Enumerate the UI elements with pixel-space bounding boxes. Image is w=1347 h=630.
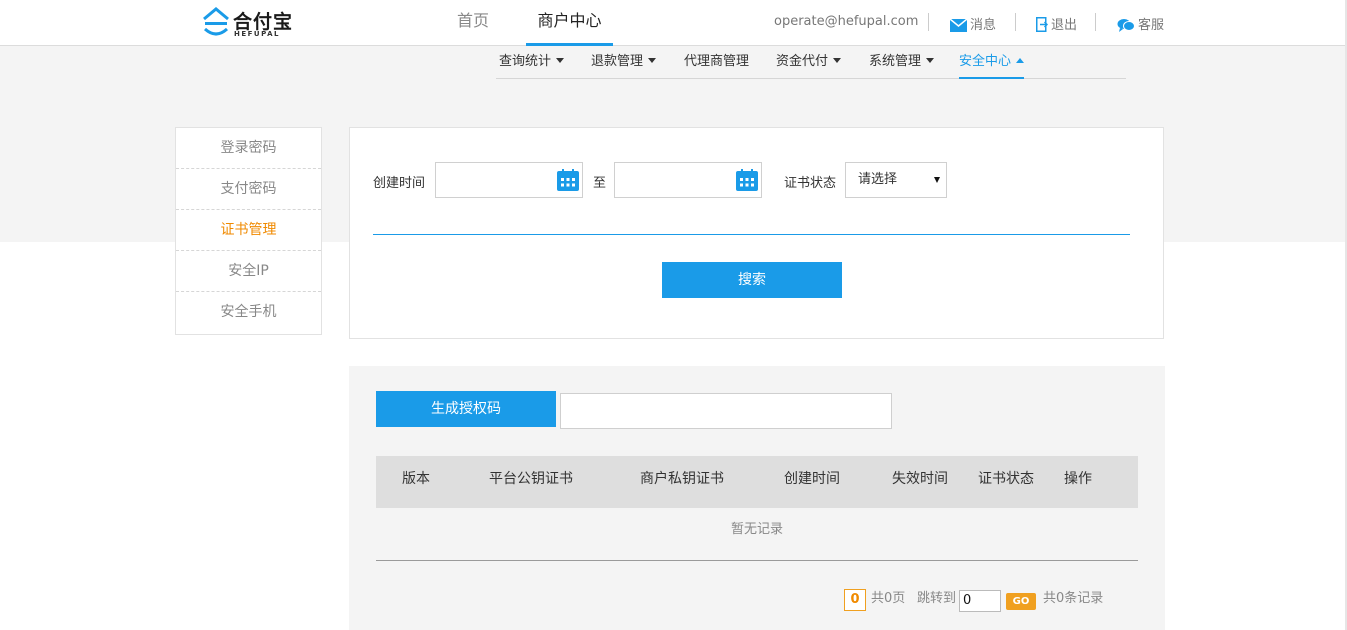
logo-subtext: HEFUPAL — [234, 30, 280, 38]
subnav-label: 查询统计 — [499, 54, 552, 69]
generate-auth-code-button[interactable]: 生成授权码 — [376, 391, 556, 427]
sidebar-item-login-password[interactable]: 登录密码 — [176, 128, 321, 169]
calendar-icon[interactable] — [557, 169, 579, 195]
chevron-up-icon — [1016, 58, 1025, 63]
dropdown-arrow-icon — [934, 177, 940, 183]
messages-link[interactable]: 消息 — [949, 14, 997, 36]
empty-state-text: 暂无记录 — [730, 522, 783, 537]
subnav-security-center[interactable]: 安全中心 — [959, 50, 1025, 79]
cert-status-selected-value: 请选择 — [858, 172, 898, 187]
column-header-platform-public-cert: 平台公钥证书 — [489, 471, 573, 487]
column-header-merchant-private-cert: 商户私钥证书 — [640, 471, 724, 487]
subnav-refund-management[interactable]: 退款管理 — [591, 50, 657, 79]
nav-active-indicator — [526, 43, 613, 46]
nav-merchant-center-label: 商户中心 — [537, 11, 602, 30]
sidebar-item-certificate-management[interactable]: 证书管理 — [176, 210, 321, 251]
column-header-create-time: 创建时间 — [784, 471, 840, 487]
user-email[interactable]: operate@hefupal.com — [774, 14, 918, 29]
mail-icon — [949, 18, 968, 36]
subnav-label: 系统管理 — [869, 54, 922, 69]
divider — [1095, 13, 1096, 31]
sidebar-item-payment-password[interactable]: 支付密码 — [176, 169, 321, 210]
results-panel: 生成授权码 版本 平台公钥证书 商户私钥证书 创建时间 失效时间 证书状态 操作… — [349, 366, 1165, 630]
column-header-cert-status: 证书状态 — [978, 471, 1034, 487]
sidebar-item-security-ip[interactable]: 安全IP — [176, 251, 321, 292]
cert-status-select[interactable]: 请选择 — [845, 162, 947, 198]
sidebar-menu: 登录密码 支付密码 证书管理 安全IP 安全手机 — [175, 127, 322, 335]
sub-navigation: 查询统计 退款管理 代理商管理 资金代付 系统管理 安全中心 — [496, 50, 1126, 79]
divider-line — [373, 234, 1130, 235]
total-pages-text: 共0页 — [871, 591, 906, 606]
subnav-payment-agency[interactable]: 资金代付 — [776, 50, 842, 79]
subnav-label: 安全中心 — [959, 54, 1012, 69]
subnav-query-stats[interactable]: 查询统计 — [499, 50, 565, 79]
chevron-down-icon — [648, 58, 657, 63]
subnav-label: 资金代付 — [776, 54, 829, 69]
search-button[interactable]: 搜索 — [662, 262, 842, 298]
logout-label: 退出 — [1051, 18, 1078, 33]
end-date-input[interactable] — [614, 162, 762, 198]
to-label: 至 — [593, 176, 607, 191]
calendar-icon[interactable] — [736, 169, 758, 195]
column-header-version: 版本 — [402, 471, 430, 487]
subnav-system-management[interactable]: 系统管理 — [869, 50, 935, 79]
subnav-label: 退款管理 — [591, 54, 644, 69]
auth-code-field[interactable] — [560, 393, 892, 429]
divider — [928, 13, 929, 31]
chevron-down-icon — [833, 58, 842, 63]
logo[interactable]: 合付宝 HEFUPAL — [201, 6, 307, 40]
column-header-expire-time: 失效时间 — [892, 471, 948, 487]
support-label: 客服 — [1138, 18, 1165, 33]
chat-icon — [1117, 18, 1135, 36]
go-button[interactable]: GO — [1006, 593, 1036, 610]
start-date-input[interactable] — [435, 162, 583, 198]
table-header: 版本 平台公钥证书 商户私钥证书 创建时间 失效时间 证书状态 操作 — [376, 456, 1138, 508]
current-page-indicator[interactable]: 0 — [844, 589, 866, 611]
logo-icon — [203, 7, 229, 36]
sidebar-item-security-phone[interactable]: 安全手机 — [176, 292, 321, 333]
subnav-label: 代理商管理 — [684, 54, 750, 69]
total-records-text: 共0条记录 — [1043, 591, 1104, 606]
chevron-down-icon — [556, 58, 565, 63]
divider — [1015, 13, 1016, 31]
create-time-label: 创建时间 — [373, 176, 426, 191]
top-header: 合付宝 HEFUPAL 首页 商户中心 operate@hefupal.com … — [0, 0, 1347, 46]
nav-merchant-center[interactable]: 商户中心 — [526, 0, 613, 46]
logout-icon — [1036, 17, 1049, 36]
jump-to-label: 跳转到 — [917, 591, 957, 606]
messages-label: 消息 — [970, 18, 997, 33]
search-panel: 创建时间 至 证书状态 请选择 搜索 — [349, 127, 1164, 339]
cert-status-label: 证书状态 — [784, 176, 837, 191]
support-link[interactable]: 客服 — [1117, 14, 1164, 36]
nav-home[interactable]: 首页 — [443, 0, 503, 46]
jump-page-input[interactable]: 0 — [959, 590, 1001, 612]
chevron-down-icon — [926, 58, 935, 63]
column-header-actions: 操作 — [1064, 471, 1092, 487]
subnav-agent-management[interactable]: 代理商管理 — [684, 50, 749, 79]
logout-link[interactable]: 退出 — [1036, 14, 1077, 36]
table-bottom-line — [376, 560, 1138, 561]
